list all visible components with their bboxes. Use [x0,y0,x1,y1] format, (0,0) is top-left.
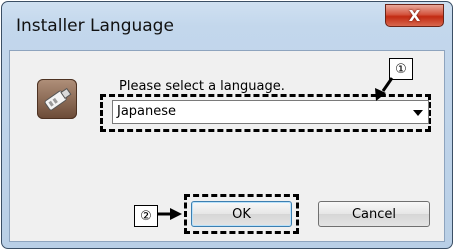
ok-button[interactable]: OK [191,201,292,227]
callout-arrow-1-line [381,77,394,92]
cancel-button[interactable]: Cancel [318,201,430,227]
callout-arrow-2-head [170,208,182,220]
